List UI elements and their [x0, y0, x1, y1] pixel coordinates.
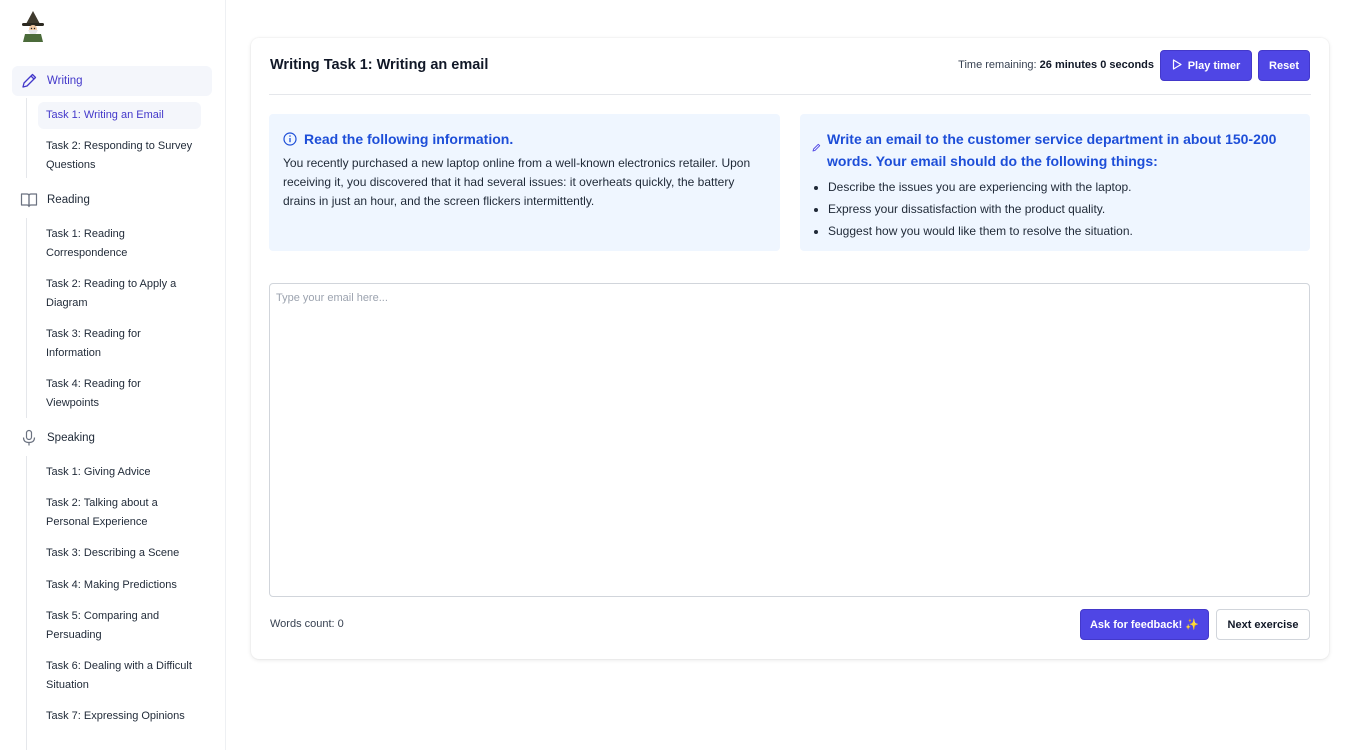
reset-button[interactable]: Reset — [1258, 50, 1310, 81]
timer-label: Time remaining: — [958, 59, 1037, 71]
pencil-icon — [812, 143, 821, 152]
microphone-icon — [19, 428, 39, 448]
sidebar-item-speaking-task-6[interactable]: Task 6: Dealing with a Difficult Situati… — [38, 653, 201, 699]
task-heading: Write an email to the customer service d… — [827, 131, 1277, 169]
sidebar-item-speaking-task-7[interactable]: Task 7: Expressing Opinions — [38, 703, 201, 730]
sidebar-guide-line — [26, 98, 27, 178]
task-bullet: Suggest how you would like them to resol… — [828, 220, 1296, 242]
sidebar-item-reading-task-4[interactable]: Task 4: Reading for Viewpoints — [38, 371, 201, 417]
ask-feedback-button[interactable]: Ask for feedback! ✨ — [1080, 609, 1209, 640]
information-heading: Read the following information. — [304, 131, 514, 147]
sidebar-guide-line — [26, 456, 27, 750]
pencil-icon — [19, 71, 39, 91]
sidebar-section-label: Writing — [47, 75, 83, 87]
sidebar-item-writing-task-1[interactable]: Task 1: Writing an Email — [38, 102, 201, 129]
sidebar-item-writing-task-2[interactable]: Task 2: Responding to Survey Questions — [38, 133, 201, 179]
book-icon — [19, 190, 39, 210]
sidebar-item-reading-task-3[interactable]: Task 3: Reading for Information — [38, 321, 201, 367]
play-timer-label: Play timer — [1187, 59, 1241, 72]
task-bullet-list: Describe the issues you are experiencing… — [814, 176, 1296, 242]
exercise-card: Writing Task 1: Writing an email Time re… — [251, 38, 1329, 659]
task-bullet: Describe the issues you are experiencing… — [828, 176, 1296, 198]
next-exercise-button[interactable]: Next exercise — [1216, 609, 1310, 640]
timer-value: 26 minutes 0 seconds — [1039, 59, 1154, 71]
words-count: Words count: 0 — [270, 618, 344, 630]
sidebar-section-writing[interactable]: Writing — [12, 66, 212, 96]
sidebar-item-speaking-task-3[interactable]: Task 3: Describing a Scene — [38, 540, 201, 567]
sidebar-section-label: Reading — [47, 194, 90, 206]
play-icon — [1172, 58, 1182, 73]
wizard-logo-icon[interactable] — [18, 10, 48, 42]
information-box: Read the following information. You rece… — [269, 114, 780, 251]
sidebar-item-speaking-task-5[interactable]: Task 5: Comparing and Persuading — [38, 603, 201, 649]
information-body: You recently purchased a new laptop onli… — [283, 156, 751, 208]
task-instructions-box: Write an email to the customer service d… — [800, 114, 1310, 251]
timer-readout: Time remaining: 26 minutes 0 seconds — [958, 59, 1154, 71]
play-timer-button[interactable]: Play timer — [1160, 50, 1252, 81]
info-circle-icon — [283, 132, 297, 146]
sidebar-item-speaking-task-1[interactable]: Task 1: Giving Advice — [38, 459, 201, 486]
page-title: Writing Task 1: Writing an email — [270, 57, 489, 73]
email-textarea[interactable] — [269, 283, 1310, 597]
task-bullet: Express your dissatisfaction with the pr… — [828, 198, 1296, 220]
sidebar-item-speaking-task-4[interactable]: Task 4: Making Predictions — [38, 572, 201, 599]
sidebar: Writing Task 1: Writing an Email Task 2:… — [0, 0, 226, 750]
sidebar-section-speaking[interactable]: Speaking — [12, 423, 212, 453]
sidebar-guide-line — [26, 218, 27, 418]
sidebar-section-label: Speaking — [47, 432, 95, 444]
sidebar-item-reading-task-1[interactable]: Task 1: Reading Correspondence — [38, 221, 201, 267]
header-divider — [269, 94, 1311, 95]
sidebar-section-reading[interactable]: Reading — [12, 185, 212, 215]
sidebar-item-reading-task-2[interactable]: Task 2: Reading to Apply a Diagram — [38, 271, 201, 317]
sidebar-item-speaking-task-2[interactable]: Task 2: Talking about a Personal Experie… — [38, 490, 201, 536]
